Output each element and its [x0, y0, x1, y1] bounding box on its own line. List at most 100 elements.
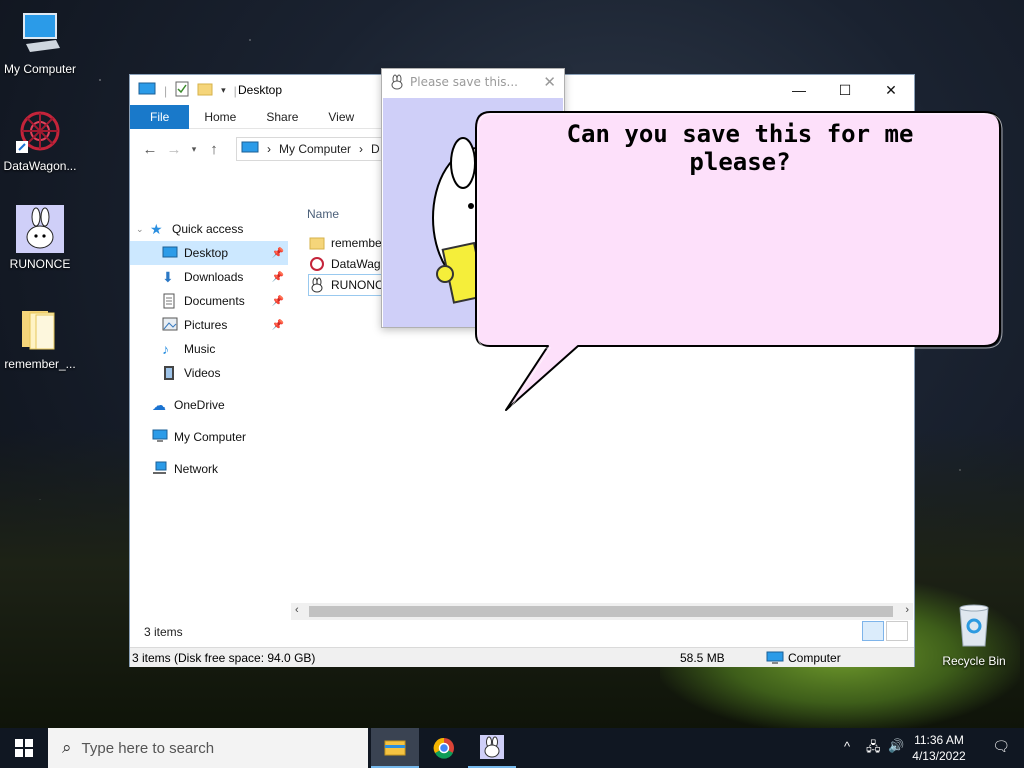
chrome-icon: [433, 737, 454, 759]
pictures-icon: [162, 317, 178, 333]
pin-icon[interactable]: 📌: [272, 296, 284, 307]
popup-title: Please save this...: [410, 75, 518, 89]
large-icons-view-icon[interactable]: [886, 621, 908, 641]
volume-icon[interactable]: 🔊: [888, 738, 904, 754]
taskbar-file-explorer[interactable]: [371, 728, 419, 768]
nav-item-documents[interactable]: Documents 📌: [130, 289, 288, 313]
clock[interactable]: 11:36 AM 4/13/2022: [904, 732, 974, 764]
desktop-icon-label: RUNONCE: [9, 257, 71, 271]
videos-icon: [162, 365, 178, 381]
nav-item-pictures[interactable]: Pictures 📌: [130, 313, 288, 337]
nav-network[interactable]: Network: [136, 457, 290, 481]
scrollbar-thumb[interactable]: [309, 606, 893, 617]
breadcrumb-chevron-icon: ›: [267, 142, 271, 156]
minimize-button[interactable]: —: [776, 75, 822, 105]
notification-icon[interactable]: 🗨: [992, 738, 1010, 755]
qat-dropdown-icon[interactable]: ▾: [221, 85, 226, 96]
popup-title-bar[interactable]: Please save this... ✕: [382, 69, 564, 97]
properties-icon[interactable]: [175, 81, 189, 100]
windows-logo-icon: [15, 739, 33, 757]
new-folder-icon[interactable]: [197, 82, 213, 99]
column-header-name[interactable]: Name: [307, 207, 339, 221]
file-row[interactable]: RUNONCE: [308, 274, 393, 296]
nav-item-music[interactable]: ♪ Music: [130, 337, 288, 361]
details-view-icon[interactable]: [862, 621, 884, 641]
desktop-icon-label: DataWagon...: [3, 159, 77, 173]
separator: |: [233, 83, 237, 98]
nav-label: Network: [174, 462, 219, 476]
status-summary: 3 items (Disk free space: 94.0 GB): [132, 651, 316, 665]
breadcrumb-root[interactable]: My Computer: [279, 142, 351, 156]
file-row[interactable]: remember: [309, 233, 386, 253]
tab-file[interactable]: File: [130, 104, 190, 129]
forward-arrow-icon[interactable]: →: [162, 141, 186, 158]
tab-share[interactable]: Share: [251, 105, 313, 129]
desktop-icon-runonce[interactable]: RUNONCE: [0, 205, 80, 271]
taskbar: ⌕ Type here to search ^ 🖧 🔊 11:36 AM 4/1…: [0, 728, 1024, 768]
nav-label: OneDrive: [174, 398, 225, 412]
recent-locations-icon[interactable]: ▾: [186, 144, 202, 155]
status-size: 58.5 MB: [680, 651, 725, 665]
nav-my-computer[interactable]: My Computer: [136, 425, 290, 449]
file-name: DataWago: [331, 257, 388, 271]
desktop-icon-datawagon[interactable]: DataWagon...: [0, 107, 80, 173]
system-tray: ^ 🖧 🔊 11:36 AM 4/13/2022 🗨: [824, 728, 1024, 768]
tab-home[interactable]: Home: [189, 105, 251, 129]
separator: |: [164, 83, 168, 98]
network-icon: [152, 461, 168, 477]
maximize-button[interactable]: ☐: [822, 75, 868, 105]
music-note-icon: ♪: [162, 341, 169, 357]
start-button[interactable]: [0, 728, 48, 768]
pin-icon[interactable]: 📌: [272, 320, 284, 331]
close-button[interactable]: ✕: [868, 75, 914, 105]
datawagon-icon: [309, 256, 325, 272]
scroll-left-icon[interactable]: ‹: [295, 604, 299, 616]
scroll-right-icon[interactable]: ›: [905, 604, 909, 616]
bunny-icon: [389, 74, 405, 93]
nav-label: Pictures: [184, 318, 228, 332]
window-title: Desktop: [238, 83, 283, 97]
star-icon: ★: [150, 221, 163, 237]
nav-label: Quick access: [172, 222, 244, 236]
folder-icon: [309, 235, 325, 251]
status-location: Computer: [788, 651, 841, 665]
recycle-bin-icon: [950, 602, 998, 650]
back-arrow-icon[interactable]: ←: [138, 141, 162, 158]
nav-item-downloads[interactable]: ⬇ Downloads 📌: [130, 265, 288, 289]
file-name: remember: [331, 236, 386, 250]
breadcrumb-current[interactable]: D: [371, 142, 380, 156]
clock-time: 11:36 AM: [914, 733, 964, 747]
nav-quick-access[interactable]: ⌄ ★ Quick access: [136, 217, 290, 241]
collapse-chevron-icon[interactable]: ⌄: [136, 224, 150, 235]
tab-view[interactable]: View: [313, 105, 369, 129]
taskbar-runonce[interactable]: [468, 728, 516, 768]
nav-onedrive[interactable]: ☁ OneDrive: [136, 393, 290, 417]
status-bar: 3 items (Disk free space: 94.0 GB) 58.5 …: [130, 647, 914, 667]
folder-icon: [16, 305, 64, 353]
popup-close-button[interactable]: ✕: [543, 73, 556, 91]
desktop-icon-remember[interactable]: remember_...: [0, 305, 80, 371]
pin-icon[interactable]: 📌: [272, 272, 284, 283]
computer-icon: [16, 10, 64, 58]
nav-item-desktop[interactable]: Desktop 📌: [130, 241, 288, 265]
bunny-popup-window: Please save this... ✕: [381, 68, 565, 328]
nav-label: Videos: [184, 366, 221, 380]
download-arrow-icon: ⬇: [162, 269, 174, 285]
desktop-icon-recycle-bin[interactable]: Recycle Bin: [934, 602, 1014, 668]
chevron-up-icon[interactable]: ^: [844, 739, 850, 754]
nav-item-videos[interactable]: Videos: [130, 361, 288, 385]
desktop-icon-my-computer[interactable]: My Computer: [0, 10, 80, 76]
search-icon: ⌕: [62, 738, 72, 757]
pin-icon[interactable]: 📌: [272, 248, 284, 259]
network-icon[interactable]: 🖧: [866, 738, 881, 760]
file-row[interactable]: DataWago: [309, 254, 387, 274]
up-arrow-icon[interactable]: ↑: [202, 141, 226, 158]
taskbar-chrome[interactable]: [420, 728, 468, 768]
explorer-app-icon: [138, 82, 156, 99]
desktop-icon-label: remember_...: [4, 357, 76, 371]
item-count: 3 items: [144, 625, 183, 639]
horizontal-scrollbar[interactable]: ‹ ›: [291, 603, 913, 620]
breadcrumb-chevron-icon: ›: [359, 142, 364, 156]
taskbar-search-box[interactable]: ⌕ Type here to search: [48, 728, 368, 768]
bunny-icon: [16, 205, 64, 253]
